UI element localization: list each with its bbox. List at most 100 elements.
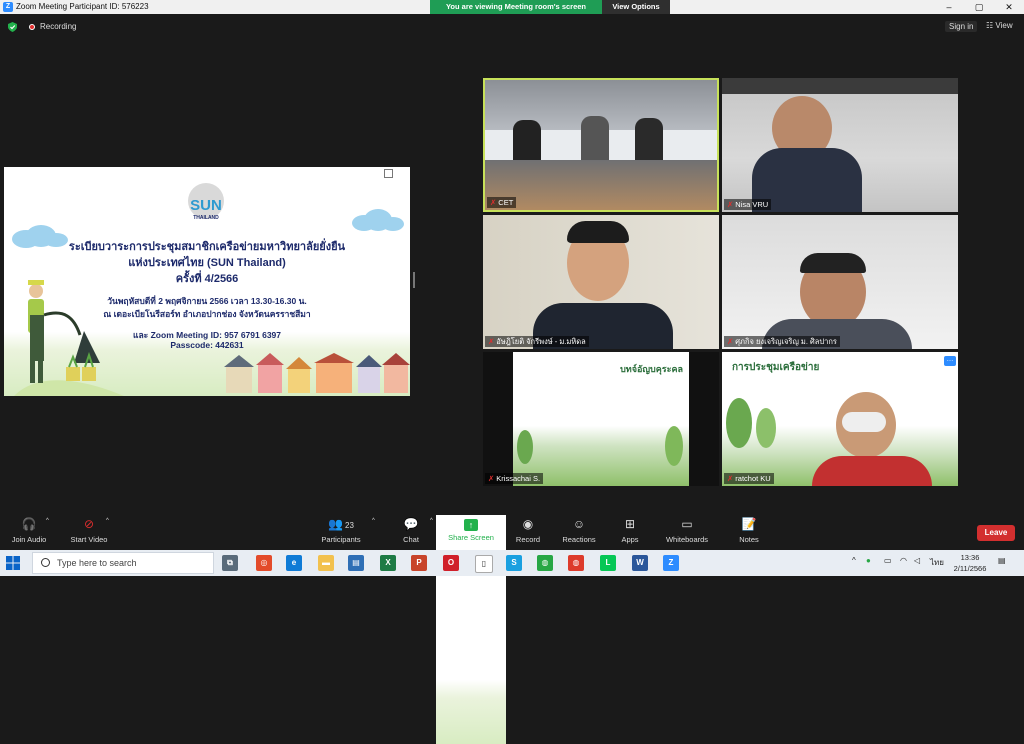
- skype-icon[interactable]: S: [506, 555, 522, 571]
- participant-tile[interactable]: ✗ CET: [483, 78, 719, 212]
- windows-start-icon[interactable]: [6, 556, 20, 570]
- store-icon[interactable]: ▤: [348, 555, 364, 571]
- participant-tile[interactable]: ✗ Nisa VRU: [722, 78, 958, 212]
- opera-icon[interactable]: O: [443, 555, 459, 571]
- recording-icon: [29, 24, 35, 30]
- notes-button[interactable]: 📝 Notes: [714, 515, 784, 544]
- video-caret-icon[interactable]: ^: [106, 518, 109, 524]
- muted-mic-icon: ✗: [490, 198, 497, 207]
- tray-chevron-icon[interactable]: ^: [852, 556, 856, 565]
- tile-slide-title: บทจ์อัญบคุระคล: [620, 364, 683, 374]
- zoom-logo-icon: Z: [3, 2, 13, 12]
- sign-in-button[interactable]: Sign in: [945, 21, 978, 32]
- person-figure: [513, 120, 541, 160]
- person-body: [812, 456, 932, 486]
- person-glasses: [842, 412, 886, 432]
- muted-mic-icon: ✗: [488, 474, 495, 483]
- participant-name: Nisa VRU: [735, 200, 769, 209]
- participant-tile[interactable]: บทจ์อัญบคุระคล ✗ Krissachai S.: [483, 352, 719, 486]
- logo-text: SUN: [190, 197, 222, 214]
- meeting-topbar: Recording Sign in ☷ View: [0, 14, 1024, 40]
- notes-label: Notes: [739, 535, 759, 544]
- language-indicator[interactable]: ไทย: [930, 556, 944, 569]
- participant-tile[interactable]: ✗ ศุภกิจ ยงเจริญเจริญ ม. ศิลปากร: [722, 215, 958, 349]
- view-button[interactable]: ☷ View: [986, 21, 1013, 30]
- whiteboards-button[interactable]: ▭ Whiteboards: [652, 515, 722, 544]
- participant-tile[interactable]: ✗ อัษฎิโยติ จักรีพงษ์ - ม.มหิดล: [483, 215, 719, 349]
- tree-decoration: [517, 430, 533, 464]
- line-icon[interactable]: L: [600, 555, 616, 571]
- participants-button[interactable]: 👥 23 Participants: [306, 515, 376, 544]
- tray-app-icon[interactable]: ●: [866, 556, 871, 565]
- tree-decoration: [756, 408, 776, 448]
- participants-label: Participants: [321, 535, 361, 544]
- view-options-button[interactable]: View Options: [602, 0, 670, 14]
- whiteboard-icon: ▭: [681, 517, 693, 531]
- more-options-icon[interactable]: …: [944, 356, 956, 366]
- shared-screen[interactable]: SUN THAILAND ระเบียบวาระการประชุมสมาชิกเ…: [4, 167, 410, 396]
- chat-caret-icon[interactable]: ^: [430, 518, 433, 524]
- battery-icon[interactable]: ▭: [884, 556, 892, 565]
- start-video-label: Start Video: [70, 535, 108, 544]
- person-figure: [635, 118, 663, 160]
- task-view-icon[interactable]: ⧉: [222, 555, 238, 571]
- recording-label: Recording: [40, 22, 77, 31]
- whiteboards-label: Whiteboards: [665, 535, 709, 544]
- tile-slide-title: การประชุมเครือข่าย: [732, 362, 820, 373]
- volume-icon[interactable]: ◁: [914, 556, 920, 565]
- person-hair: [800, 253, 866, 273]
- participant-name: Krissachai S.: [496, 474, 541, 483]
- participant-name: CET: [498, 198, 514, 207]
- powerpoint-icon[interactable]: P: [411, 555, 427, 571]
- taskbar-clock[interactable]: 13:36 2/11/2566: [950, 552, 990, 574]
- splitter-handle[interactable]: [413, 272, 415, 288]
- wifi-icon[interactable]: ◠: [900, 556, 907, 565]
- windows-taskbar: Type here to search ⧉ ◎ e ▬ ▤ X P O ▯ S …: [0, 550, 1024, 576]
- person-figure: [581, 116, 609, 160]
- app-red-icon[interactable]: ◎: [256, 555, 272, 571]
- muted-mic-icon: ✗: [727, 474, 734, 483]
- participant-name-label: ✗ Krissachai S.: [485, 473, 544, 484]
- shared-slide-thumbnail: บทจ์อัญบคุระคล: [513, 352, 689, 486]
- word-icon[interactable]: W: [632, 555, 648, 571]
- participant-name: ศุภกิจ ยงเจริญเจริญ ม. ศิลปากร: [735, 337, 837, 346]
- audio-caret-icon[interactable]: ^: [46, 518, 49, 524]
- participants-icon: 👥 23: [328, 517, 354, 531]
- excel-icon[interactable]: X: [380, 555, 396, 571]
- participants-count: 23: [345, 521, 354, 530]
- viewing-banner: You are viewing Meeting room's screen Vi…: [430, 0, 670, 14]
- minimize-icon[interactable]: –: [934, 0, 964, 14]
- participants-caret-icon[interactable]: ^: [372, 518, 375, 524]
- window-controls: – ▢ ✕: [934, 0, 1024, 14]
- file-explorer-icon[interactable]: ▬: [318, 555, 334, 571]
- participant-name: อัษฎิโยติ จักรีพงษ์ - ม.มหิดล: [496, 337, 586, 346]
- participant-tile[interactable]: การประชุมเครือข่าย … ✗ ratchot KU: [722, 352, 958, 486]
- maximize-icon[interactable]: ▢: [964, 0, 994, 14]
- file-icon[interactable]: ▯: [475, 555, 493, 573]
- zoom-taskbar-icon[interactable]: Z: [663, 555, 679, 571]
- person-hair: [567, 221, 629, 243]
- taskbar-search-box[interactable]: Type here to search: [32, 552, 214, 574]
- clock-date: 2/11/2566: [953, 564, 987, 573]
- chrome-alt-icon[interactable]: ◍: [568, 555, 584, 571]
- edge-icon[interactable]: e: [286, 555, 302, 571]
- start-video-button[interactable]: ⊘ Start Video: [54, 515, 124, 544]
- notes-icon: 📝: [741, 517, 757, 531]
- video-off-icon: ⊘: [83, 517, 95, 531]
- share-screen-icon: ↑: [464, 519, 478, 531]
- muted-mic-icon: ✗: [488, 337, 495, 346]
- muted-mic-icon: ✗: [727, 337, 734, 346]
- logo-subtext: THAILAND: [193, 215, 219, 221]
- tree-decoration: [726, 398, 752, 448]
- close-icon[interactable]: ✕: [994, 0, 1024, 14]
- chrome-icon[interactable]: ◍: [537, 555, 553, 571]
- notifications-icon[interactable]: ▤: [998, 556, 1006, 565]
- slide-qr-icon: [384, 169, 393, 178]
- participant-name-label: ✗ Nisa VRU: [724, 199, 772, 210]
- view-label: View: [995, 21, 1013, 30]
- leave-button[interactable]: Leave: [977, 525, 1015, 541]
- security-shield-icon[interactable]: [8, 22, 17, 32]
- participant-name: ratchot KU: [735, 474, 771, 483]
- participant-name-label: ✗ CET: [487, 197, 517, 208]
- window-title: Zoom Meeting Participant ID: 576223: [16, 2, 149, 11]
